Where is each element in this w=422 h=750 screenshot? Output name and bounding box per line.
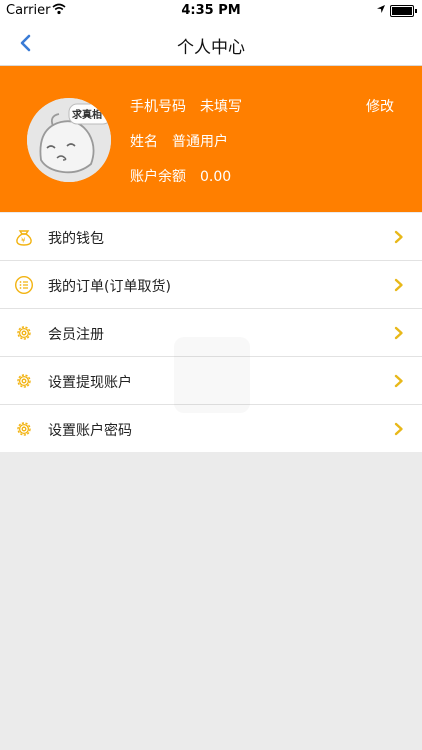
balance-value: 0.00 bbox=[200, 169, 232, 185]
menu-item-orders[interactable]: 我的订单(订单取货) bbox=[0, 261, 422, 309]
avatar[interactable]: 求真相 bbox=[27, 98, 111, 182]
menu-item-label: 设置账户密码 bbox=[48, 423, 132, 439]
menu-item-label: 会员注册 bbox=[48, 327, 104, 343]
menu-item-label: 设置提现账户 bbox=[48, 375, 132, 391]
chevron-right-icon bbox=[394, 230, 403, 244]
phone-label: 手机号码 bbox=[130, 99, 186, 115]
menu-item-wallet[interactable]: ¥ 我的钱包 bbox=[0, 213, 422, 261]
wallet-icon: ¥ bbox=[16, 230, 32, 246]
gear-icon bbox=[17, 374, 31, 388]
location-arrow-icon bbox=[377, 5, 385, 13]
page-title: 个人中心 bbox=[177, 38, 245, 58]
name-value: 普通用户 bbox=[172, 134, 228, 150]
chevron-right-icon bbox=[394, 326, 403, 340]
name-row: 姓名 普通用户 bbox=[130, 131, 228, 151]
avatar-caption: 求真相 bbox=[72, 108, 102, 121]
phone-value: 未填写 bbox=[200, 99, 242, 115]
battery-icon bbox=[390, 5, 417, 17]
gear-icon bbox=[17, 422, 31, 436]
balance-row: 账户余额 0.00 bbox=[130, 166, 231, 186]
loading-overlay bbox=[174, 337, 250, 413]
chevron-right-icon bbox=[394, 278, 403, 292]
svg-text:¥: ¥ bbox=[21, 237, 26, 245]
menu-item-label: 我的钱包 bbox=[48, 231, 104, 247]
name-label: 姓名 bbox=[130, 134, 158, 150]
balance-label: 账户余额 bbox=[130, 169, 186, 185]
order-list-icon bbox=[14, 275, 34, 295]
avatar-face-image: 求真相 bbox=[27, 98, 111, 182]
chevron-right-icon bbox=[394, 374, 403, 388]
phone-row: 手机号码 未填写 bbox=[130, 96, 242, 116]
clock: 4:35 PM bbox=[181, 3, 241, 18]
status-bar: Carrier 4:35 PM bbox=[0, 0, 422, 22]
menu-list: ¥ 我的钱包 我的订单(订单取货) 会员注册 设置提现账户 设置账户密码 bbox=[0, 213, 422, 452]
gear-icon bbox=[17, 326, 31, 340]
chevron-right-icon bbox=[394, 422, 403, 436]
navigation-bar: 个人中心 bbox=[0, 22, 422, 66]
edit-profile-button[interactable]: 修改 bbox=[366, 96, 394, 116]
menu-item-label: 我的订单(订单取货) bbox=[48, 279, 171, 295]
